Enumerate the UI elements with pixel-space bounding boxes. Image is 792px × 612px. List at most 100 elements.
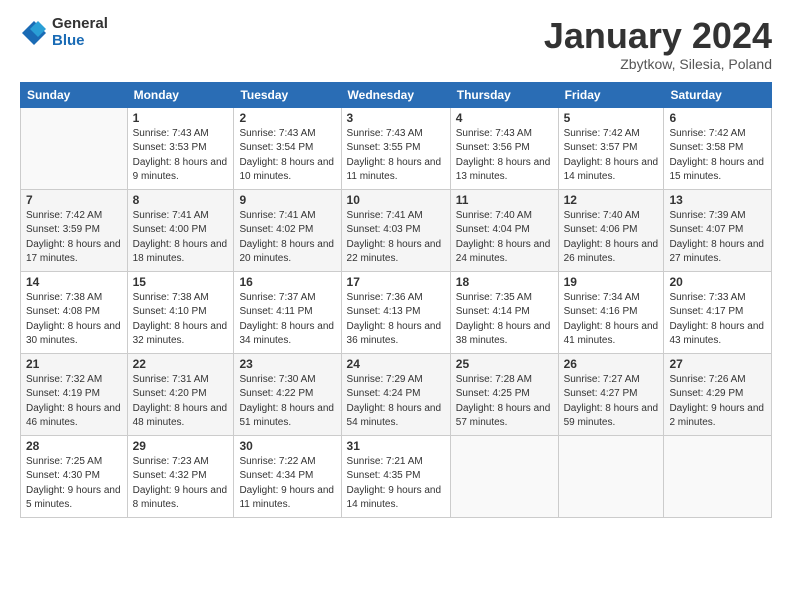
calendar-title: January 2024	[544, 16, 772, 56]
cell-0-2: 2 Sunrise: 7:43 AM Sunset: 3:54 PM Daylig…	[234, 107, 341, 189]
day-info-5: Sunrise: 7:42 AM Sunset: 3:57 PM Dayligh…	[564, 127, 659, 185]
cell-4-0: 28Sunrise: 7:25 AM Sunset: 4:30 PM Dayli…	[21, 435, 128, 517]
day-number-26: 26	[564, 357, 659, 371]
day-info-21: Sunrise: 7:32 AM Sunset: 4:19 PM Dayligh…	[26, 373, 122, 431]
day-info-22: Sunrise: 7:31 AM Sunset: 4:20 PM Dayligh…	[133, 373, 229, 431]
day-info-15: Sunrise: 7:38 AM Sunset: 4:10 PM Dayligh…	[133, 291, 229, 349]
day-info-17: Sunrise: 7:36 AM Sunset: 4:13 PM Dayligh…	[347, 291, 445, 349]
day-info-8: Sunrise: 7:41 AM Sunset: 4:00 PM Dayligh…	[133, 209, 229, 267]
day-info-7: Sunrise: 7:42 AM Sunset: 3:59 PM Dayligh…	[26, 209, 122, 267]
cell-2-1: 15 Sunrise: 7:38 AM Sunset: 4:10 PM Dayli…	[127, 271, 234, 353]
day-info-13: Sunrise: 7:39 AM Sunset: 4:07 PM Dayligh…	[669, 209, 766, 267]
cell-2-2: 16 Sunrise: 7:37 AM Sunset: 4:11 PM Dayli…	[234, 271, 341, 353]
day-number-20: 20	[669, 275, 766, 289]
day-number-14: 14	[26, 275, 122, 289]
day-number-13: 13	[669, 193, 766, 207]
day-info-1: Sunrise: 7:43 AM Sunset: 3:53 PM Dayligh…	[133, 127, 229, 185]
header-sunday: Sunday	[21, 82, 128, 107]
cell-1-6: 13 Sunrise: 7:39 AM Sunset: 4:07 PM Dayli…	[664, 189, 772, 271]
day-number-28: 28	[26, 439, 122, 453]
day-number-7: 7	[26, 193, 122, 207]
day-info-11: Sunrise: 7:40 AM Sunset: 4:04 PM Dayligh…	[456, 209, 553, 267]
day-number-5: 5	[564, 111, 659, 125]
day-info-24: Sunrise: 7:29 AM Sunset: 4:24 PM Dayligh…	[347, 373, 445, 431]
day-number-1: 1	[133, 111, 229, 125]
day-number-16: 16	[239, 275, 335, 289]
day-info-9: Sunrise: 7:41 AM Sunset: 4:02 PM Dayligh…	[239, 209, 335, 267]
cell-4-5	[558, 435, 664, 517]
cell-0-0	[21, 107, 128, 189]
day-number-2: 2	[239, 111, 335, 125]
logo-blue-text: Blue	[52, 33, 108, 50]
logo-text: General Blue	[52, 16, 108, 49]
day-number-18: 18	[456, 275, 553, 289]
day-number-4: 4	[456, 111, 553, 125]
cell-4-1: 29 Sunrise: 7:23 AM Sunset: 4:32 PM Dayli…	[127, 435, 234, 517]
day-number-15: 15	[133, 275, 229, 289]
weekday-header-row: Sunday Monday Tuesday Wednesday Thursday…	[21, 82, 772, 107]
day-number-30: 30	[239, 439, 335, 453]
cell-3-5: 26 Sunrise: 7:27 AM Sunset: 4:27 PM Dayli…	[558, 353, 664, 435]
cell-2-5: 19Sunrise: 7:34 AM Sunset: 4:16 PM Dayli…	[558, 271, 664, 353]
logo-icon	[20, 19, 48, 47]
cell-1-2: 9 Sunrise: 7:41 AM Sunset: 4:02 PM Daylig…	[234, 189, 341, 271]
cell-1-5: 12Sunrise: 7:40 AM Sunset: 4:06 PM Dayli…	[558, 189, 664, 271]
day-info-23: Sunrise: 7:30 AM Sunset: 4:22 PM Dayligh…	[239, 373, 335, 431]
cell-3-1: 22 Sunrise: 7:31 AM Sunset: 4:20 PM Dayli…	[127, 353, 234, 435]
cell-2-4: 18 Sunrise: 7:35 AM Sunset: 4:14 PM Dayli…	[450, 271, 558, 353]
day-info-26: Sunrise: 7:27 AM Sunset: 4:27 PM Dayligh…	[564, 373, 659, 431]
cell-3-3: 24 Sunrise: 7:29 AM Sunset: 4:24 PM Dayli…	[341, 353, 450, 435]
day-info-4: Sunrise: 7:43 AM Sunset: 3:56 PM Dayligh…	[456, 127, 553, 185]
cell-4-4	[450, 435, 558, 517]
day-number-23: 23	[239, 357, 335, 371]
cell-0-6: 6 Sunrise: 7:42 AM Sunset: 3:58 PM Daylig…	[664, 107, 772, 189]
day-info-25: Sunrise: 7:28 AM Sunset: 4:25 PM Dayligh…	[456, 373, 553, 431]
logo: General Blue	[20, 16, 108, 49]
day-info-27: Sunrise: 7:26 AM Sunset: 4:29 PM Dayligh…	[669, 373, 766, 431]
header: General Blue January 2024 Zbytkow, Siles…	[20, 16, 772, 72]
cell-2-3: 17Sunrise: 7:36 AM Sunset: 4:13 PM Dayli…	[341, 271, 450, 353]
cell-3-2: 23 Sunrise: 7:30 AM Sunset: 4:22 PM Dayli…	[234, 353, 341, 435]
day-number-3: 3	[347, 111, 445, 125]
header-monday: Monday	[127, 82, 234, 107]
title-block: January 2024 Zbytkow, Silesia, Poland	[544, 16, 772, 72]
cell-3-0: 21 Sunrise: 7:32 AM Sunset: 4:19 PM Dayli…	[21, 353, 128, 435]
day-info-12: Sunrise: 7:40 AM Sunset: 4:06 PM Dayligh…	[564, 209, 659, 267]
day-number-24: 24	[347, 357, 445, 371]
day-number-9: 9	[239, 193, 335, 207]
day-number-19: 19	[564, 275, 659, 289]
cell-4-3: 31Sunrise: 7:21 AM Sunset: 4:35 PM Dayli…	[341, 435, 450, 517]
cell-0-1: 1 Sunrise: 7:43 AM Sunset: 3:53 PM Daylig…	[127, 107, 234, 189]
day-info-2: Sunrise: 7:43 AM Sunset: 3:54 PM Dayligh…	[239, 127, 335, 185]
week-row-3: 21 Sunrise: 7:32 AM Sunset: 4:19 PM Dayli…	[21, 353, 772, 435]
day-info-18: Sunrise: 7:35 AM Sunset: 4:14 PM Dayligh…	[456, 291, 553, 349]
cell-2-6: 20Sunrise: 7:33 AM Sunset: 4:17 PM Dayli…	[664, 271, 772, 353]
day-number-29: 29	[133, 439, 229, 453]
cell-0-3: 3 Sunrise: 7:43 AM Sunset: 3:55 PM Daylig…	[341, 107, 450, 189]
day-info-14: Sunrise: 7:38 AM Sunset: 4:08 PM Dayligh…	[26, 291, 122, 349]
cell-1-3: 10Sunrise: 7:41 AM Sunset: 4:03 PM Dayli…	[341, 189, 450, 271]
cell-1-1: 8Sunrise: 7:41 AM Sunset: 4:00 PM Daylig…	[127, 189, 234, 271]
cell-1-0: 7 Sunrise: 7:42 AM Sunset: 3:59 PM Daylig…	[21, 189, 128, 271]
header-wednesday: Wednesday	[341, 82, 450, 107]
cell-2-0: 14 Sunrise: 7:38 AM Sunset: 4:08 PM Dayli…	[21, 271, 128, 353]
day-info-16: Sunrise: 7:37 AM Sunset: 4:11 PM Dayligh…	[239, 291, 335, 349]
header-friday: Friday	[558, 82, 664, 107]
day-info-6: Sunrise: 7:42 AM Sunset: 3:58 PM Dayligh…	[669, 127, 766, 185]
day-number-25: 25	[456, 357, 553, 371]
cell-0-5: 5 Sunrise: 7:42 AM Sunset: 3:57 PM Daylig…	[558, 107, 664, 189]
week-row-1: 7 Sunrise: 7:42 AM Sunset: 3:59 PM Daylig…	[21, 189, 772, 271]
cell-0-4: 4 Sunrise: 7:43 AM Sunset: 3:56 PM Daylig…	[450, 107, 558, 189]
header-thursday: Thursday	[450, 82, 558, 107]
week-row-2: 14 Sunrise: 7:38 AM Sunset: 4:08 PM Dayli…	[21, 271, 772, 353]
cell-1-4: 11Sunrise: 7:40 AM Sunset: 4:04 PM Dayli…	[450, 189, 558, 271]
day-number-22: 22	[133, 357, 229, 371]
header-saturday: Saturday	[664, 82, 772, 107]
cell-3-6: 27 Sunrise: 7:26 AM Sunset: 4:29 PM Dayli…	[664, 353, 772, 435]
day-info-3: Sunrise: 7:43 AM Sunset: 3:55 PM Dayligh…	[347, 127, 445, 185]
day-info-29: Sunrise: 7:23 AM Sunset: 4:32 PM Dayligh…	[133, 455, 229, 513]
day-number-21: 21	[26, 357, 122, 371]
day-number-6: 6	[669, 111, 766, 125]
logo-general-text: General	[52, 16, 108, 33]
day-number-27: 27	[669, 357, 766, 371]
